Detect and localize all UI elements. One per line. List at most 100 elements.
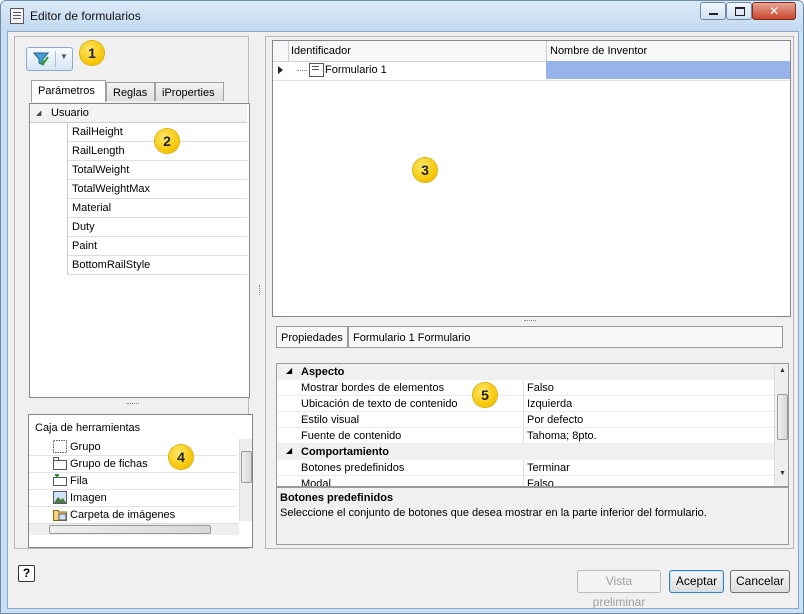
parameter-item[interactable]: BottomRailStyle	[67, 256, 247, 275]
property-key: Botones predefinidos	[301, 462, 405, 474]
form-icon	[309, 63, 324, 77]
row-identifier: Formulario 1	[325, 64, 387, 76]
property-row[interactable]: Fuente de contenido Tahoma; 8pto.	[277, 428, 774, 444]
callout-2: 2	[155, 129, 179, 153]
properties-label: Propiedades	[276, 326, 348, 348]
parameters-list: ◢ Usuario RailHeight RailLength TotalWei…	[29, 103, 250, 398]
parameter-label: Duty	[72, 221, 95, 233]
collapse-arrow-icon[interactable]: ◢	[286, 366, 292, 375]
parameter-group-row[interactable]: ◢ Usuario	[30, 104, 247, 123]
minimize-button[interactable]	[700, 2, 726, 20]
toolbox-item-label: Imagen	[70, 492, 107, 504]
callout-1: 1	[80, 41, 104, 65]
toolbox-horizontal-scrollbar[interactable]	[29, 523, 239, 535]
property-value[interactable]: Por defecto	[527, 414, 583, 426]
horizontal-splitter[interactable]	[127, 403, 139, 406]
scroll-thumb[interactable]	[777, 394, 788, 440]
toolbox-item-label: Carpeta de imágenes	[70, 509, 176, 521]
callout-4: 4	[169, 445, 193, 469]
group-icon	[53, 440, 67, 453]
toolbox-item-label: Grupo	[70, 441, 101, 453]
horizontal-splitter[interactable]	[524, 320, 536, 323]
parameter-label: Paint	[72, 240, 98, 252]
parameter-label: Material	[72, 202, 112, 214]
toolbox-title: Caja de herramientas	[35, 422, 141, 434]
scroll-thumb[interactable]	[241, 451, 252, 483]
column-header-nombre-inventor[interactable]: Nombre de Inventor	[550, 45, 647, 57]
row-icon	[53, 474, 67, 486]
parameter-item[interactable]: Paint	[67, 237, 247, 256]
form-editor-window: Editor de formularios ▼ Parámetros Regla…	[0, 0, 804, 614]
chevron-down-icon: ▼	[60, 52, 68, 61]
property-key: Estilo visual	[301, 414, 360, 426]
tab-reglas[interactable]: Reglas	[106, 82, 155, 101]
toolbox-item-grupo-fichas[interactable]: Grupo de fichas	[29, 456, 237, 473]
property-key: Modal	[301, 478, 331, 487]
properties-title: Formulario 1 Formulario	[348, 326, 783, 348]
property-value[interactable]: Falso	[527, 478, 554, 486]
row-inventor-name-cell[interactable]	[546, 61, 790, 79]
close-button[interactable]	[752, 2, 796, 20]
property-category-comportamiento[interactable]: ◢ Comportamiento	[277, 444, 774, 460]
property-row[interactable]: Ubicación de texto de contenido Izquierda	[277, 396, 774, 412]
parameter-item[interactable]: TotalWeightMax	[67, 180, 247, 199]
property-row[interactable]: Mostrar bordes de elementos Falso	[277, 380, 774, 396]
property-key: Mostrar bordes de elementos	[301, 382, 445, 394]
properties-header: Propiedades Formulario 1 Formulario	[276, 326, 789, 350]
property-row[interactable]: Modal Falso	[277, 476, 774, 487]
property-row[interactable]: Botones predefinidos Terminar	[277, 460, 774, 476]
parameter-group-label: Usuario	[51, 107, 89, 119]
property-value[interactable]: Tahoma; 8pto.	[527, 430, 597, 442]
parameter-item[interactable]: TotalWeight	[67, 161, 247, 180]
grid-row[interactable]: Formulario 1	[273, 61, 790, 81]
scroll-down-icon[interactable]: ▼	[779, 470, 786, 477]
preview-button[interactable]: Vista preliminar	[577, 570, 661, 609]
parameter-label: RailLength	[72, 145, 125, 157]
accept-button[interactable]: Aceptar	[669, 570, 724, 593]
toolbox-vertical-scrollbar[interactable]	[239, 439, 252, 521]
filter-icon	[33, 52, 49, 66]
toolbox-item-fila[interactable]: Fila	[29, 473, 237, 490]
parameter-item[interactable]: Material	[67, 199, 247, 218]
window-title: Editor de formularios	[30, 9, 141, 23]
left-panel: ▼ Parámetros Reglas iProperties ◢ Usuari…	[14, 36, 253, 549]
property-help-panel: Botones predefinidos Seleccione el conju…	[276, 487, 789, 545]
property-grid: ◢ Aspecto Mostrar bordes de elementos Fal…	[276, 363, 789, 487]
tab-iproperties[interactable]: iProperties	[155, 82, 224, 101]
collapse-arrow-icon[interactable]: ◢	[286, 446, 292, 455]
filter-dropdown-button[interactable]: ▼	[26, 47, 73, 71]
tab-parametros[interactable]: Parámetros	[31, 80, 106, 102]
property-key: Fuente de contenido	[301, 430, 402, 442]
property-key: Ubicación de texto de contenido	[301, 398, 458, 410]
vertical-splitter[interactable]	[259, 285, 262, 295]
property-value[interactable]: Terminar	[527, 462, 570, 474]
cancel-button[interactable]: Cancelar	[730, 570, 790, 593]
property-value[interactable]: Izquierda	[527, 398, 572, 410]
property-row[interactable]: Estilo visual Por defecto	[277, 412, 774, 428]
parameter-label: TotalWeightMax	[72, 183, 151, 195]
grid-header: Identificador Nombre de Inventor	[273, 41, 790, 62]
toolbox-list: Grupo Grupo de fichas Fila Imagen Carpet…	[29, 439, 237, 521]
property-category-aspecto[interactable]: ◢ Aspecto	[277, 364, 774, 380]
toolbox-item-grupo[interactable]: Grupo	[29, 439, 237, 456]
help-icon[interactable]: ?	[18, 565, 35, 582]
toolbox-item-imagen[interactable]: Imagen	[29, 490, 237, 507]
category-label: Comportamiento	[301, 446, 389, 458]
maximize-button[interactable]	[726, 2, 752, 20]
image-icon	[53, 491, 67, 504]
property-value[interactable]: Falso	[527, 382, 554, 394]
category-label: Aspecto	[301, 366, 345, 378]
client-area: ▼ Parámetros Reglas iProperties ◢ Usuari…	[7, 31, 799, 609]
collapse-arrow-icon[interactable]: ◢	[36, 109, 41, 117]
scroll-thumb[interactable]	[49, 525, 211, 534]
scroll-up-icon[interactable]: ▲	[779, 367, 786, 374]
toolbox-item-carpeta-imagenes[interactable]: Carpeta de imágenes	[29, 507, 237, 521]
callout-5: 5	[473, 383, 497, 407]
parameter-label: RailHeight	[72, 126, 123, 138]
column-header-identificador[interactable]: Identificador	[291, 45, 351, 57]
title-bar: Editor de formularios	[1, 1, 803, 31]
image-folder-icon	[53, 510, 67, 521]
parameter-item[interactable]: Duty	[67, 218, 247, 237]
property-grid-scrollbar[interactable]: ▲ ▼	[774, 364, 788, 486]
right-panel: Identificador Nombre de Inventor Formula…	[265, 36, 794, 549]
